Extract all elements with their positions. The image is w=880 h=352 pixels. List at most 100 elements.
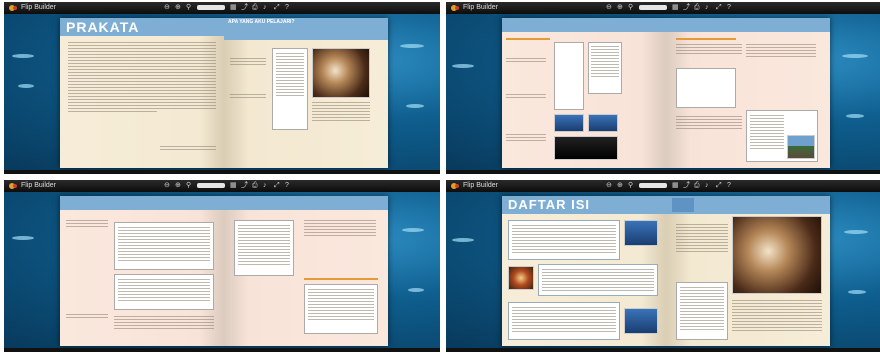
signature-text [160,146,216,152]
toc-thumbnail [624,308,658,334]
zoom-out-icon[interactable]: ⊖ [164,4,170,11]
page-header-band [666,196,830,214]
book-page-left[interactable] [60,196,224,346]
search-icon[interactable]: ⚲ [628,182,634,189]
help-icon[interactable]: ? [285,4,291,11]
background-fish-decoration [842,54,868,58]
book-page-left[interactable] [502,18,666,168]
caption-text [506,134,546,143]
flipbook-window-spread-3: Flip Builder ⊖ ⊕ ⚲ ▦ ⤴ ⎙ ♪ ⤢ ? [4,180,440,352]
page-header-band [502,18,666,32]
share-icon[interactable]: ⤴ [683,182,690,189]
section-rule [676,38,736,40]
status-bar [4,170,440,174]
caption-text [506,94,546,100]
app-titlebar: Flip Builder ⊖ ⊕ ⚲ ▦ ⤴ ⎙ ♪ ⤢ ? [446,2,880,14]
zoom-out-icon[interactable]: ⊖ [164,182,170,189]
background-fish-decoration [402,228,424,232]
page-header-band [666,18,830,32]
share-icon[interactable]: ⤴ [241,182,248,189]
thumbnails-icon[interactable]: ▦ [230,4,237,11]
app-logo-icon [450,4,460,12]
app-title: Flip Builder [463,182,499,189]
photo-text [732,300,822,333]
print-icon[interactable]: ⎙ [252,182,258,189]
thumbnails-icon[interactable]: ▦ [230,182,237,189]
share-icon[interactable]: ⤴ [683,4,690,11]
fullscreen-icon[interactable]: ⤢ [274,4,280,11]
zoom-in-icon[interactable]: ⊕ [617,4,623,11]
search-icon[interactable]: ⚲ [628,4,634,11]
print-icon[interactable]: ⎙ [694,4,700,11]
toc-section [508,302,620,340]
flipbook-window-prakata: Flip Builder ⊖ ⊕ ⚲ ▦ ⤴ ⎙ ♪ ⤢ ? PRAKATA A… [4,2,440,174]
zoom-slider[interactable] [197,183,225,188]
app-title: Flip Builder [21,182,57,189]
body-text [676,116,742,131]
app-logo-icon [450,182,460,190]
page-header-band [60,196,224,210]
sound-icon[interactable]: ♪ [263,182,269,189]
search-icon[interactable]: ⚲ [186,182,192,189]
help-icon[interactable]: ? [727,4,733,11]
fullscreen-icon[interactable]: ⤢ [716,182,722,189]
open-book[interactable]: DAFTAR ISI [502,196,830,346]
app-title: Flip Builder [463,4,499,11]
flipbook-preview-grid: Flip Builder ⊖ ⊕ ⚲ ▦ ⤴ ⎙ ♪ ⤢ ? PRAKATA A… [0,0,880,352]
share-icon[interactable]: ⤴ [241,4,248,11]
book-page-left[interactable]: PRAKATA [60,18,224,168]
background-fish-decoration [846,114,864,118]
caption-text [230,94,266,100]
fullscreen-icon[interactable]: ⤢ [274,182,280,189]
figure-image [588,114,618,132]
toc-section [538,264,658,296]
zoom-slider[interactable] [639,5,667,10]
search-icon[interactable]: ⚲ [186,4,192,11]
sound-icon[interactable]: ♪ [705,182,711,189]
print-icon[interactable]: ⎙ [694,182,700,189]
book-page-right[interactable] [666,18,830,168]
zoom-slider[interactable] [639,183,667,188]
help-icon[interactable]: ? [727,182,733,189]
open-book[interactable] [60,196,388,346]
caption-text [230,58,266,67]
toolbar: ⊖ ⊕ ⚲ ▦ ⤴ ⎙ ♪ ⤢ ? [606,182,733,189]
print-icon[interactable]: ⎙ [252,4,258,11]
background-fish-decoration [406,104,424,108]
book-page-left[interactable]: DAFTAR ISI [502,196,666,346]
help-icon[interactable]: ? [285,182,291,189]
page-title: PRAKATA [66,19,140,35]
background-fish-decoration [452,64,474,68]
thumbnails-icon[interactable]: ▦ [672,182,679,189]
background-fish-decoration [12,54,34,58]
open-book[interactable]: PRAKATA APA YANG AKU PELAJARI? [60,18,388,168]
zoom-slider[interactable] [197,5,225,10]
toc-section [508,220,620,260]
text-box [114,222,214,270]
status-bar [446,170,880,174]
book-page-right[interactable] [666,196,830,346]
sound-icon[interactable]: ♪ [263,4,269,11]
sound-icon[interactable]: ♪ [705,4,711,11]
caption-text [66,314,108,320]
zoom-in-icon[interactable]: ⊕ [175,182,181,189]
book-page-right[interactable] [224,196,388,346]
info-box [234,220,294,276]
thumbnails-icon[interactable]: ▦ [672,4,679,11]
zoom-out-icon[interactable]: ⊖ [606,4,612,11]
body-text [676,224,728,254]
zoom-in-icon[interactable]: ⊕ [175,4,181,11]
page-header-band: PRAKATA [60,18,224,36]
zoom-in-icon[interactable]: ⊕ [617,182,623,189]
section-rule [304,278,378,280]
body-text [676,44,742,56]
section-rule [506,38,550,40]
status-bar [4,348,440,352]
coffee-photo [732,216,822,294]
zoom-out-icon[interactable]: ⊖ [606,182,612,189]
toc-thumbnail [624,220,658,246]
book-page-right[interactable]: APA YANG AKU PELAJARI? [224,18,388,168]
open-book[interactable] [502,18,830,168]
page-header-band [224,196,388,210]
fullscreen-icon[interactable]: ⤢ [716,4,722,11]
